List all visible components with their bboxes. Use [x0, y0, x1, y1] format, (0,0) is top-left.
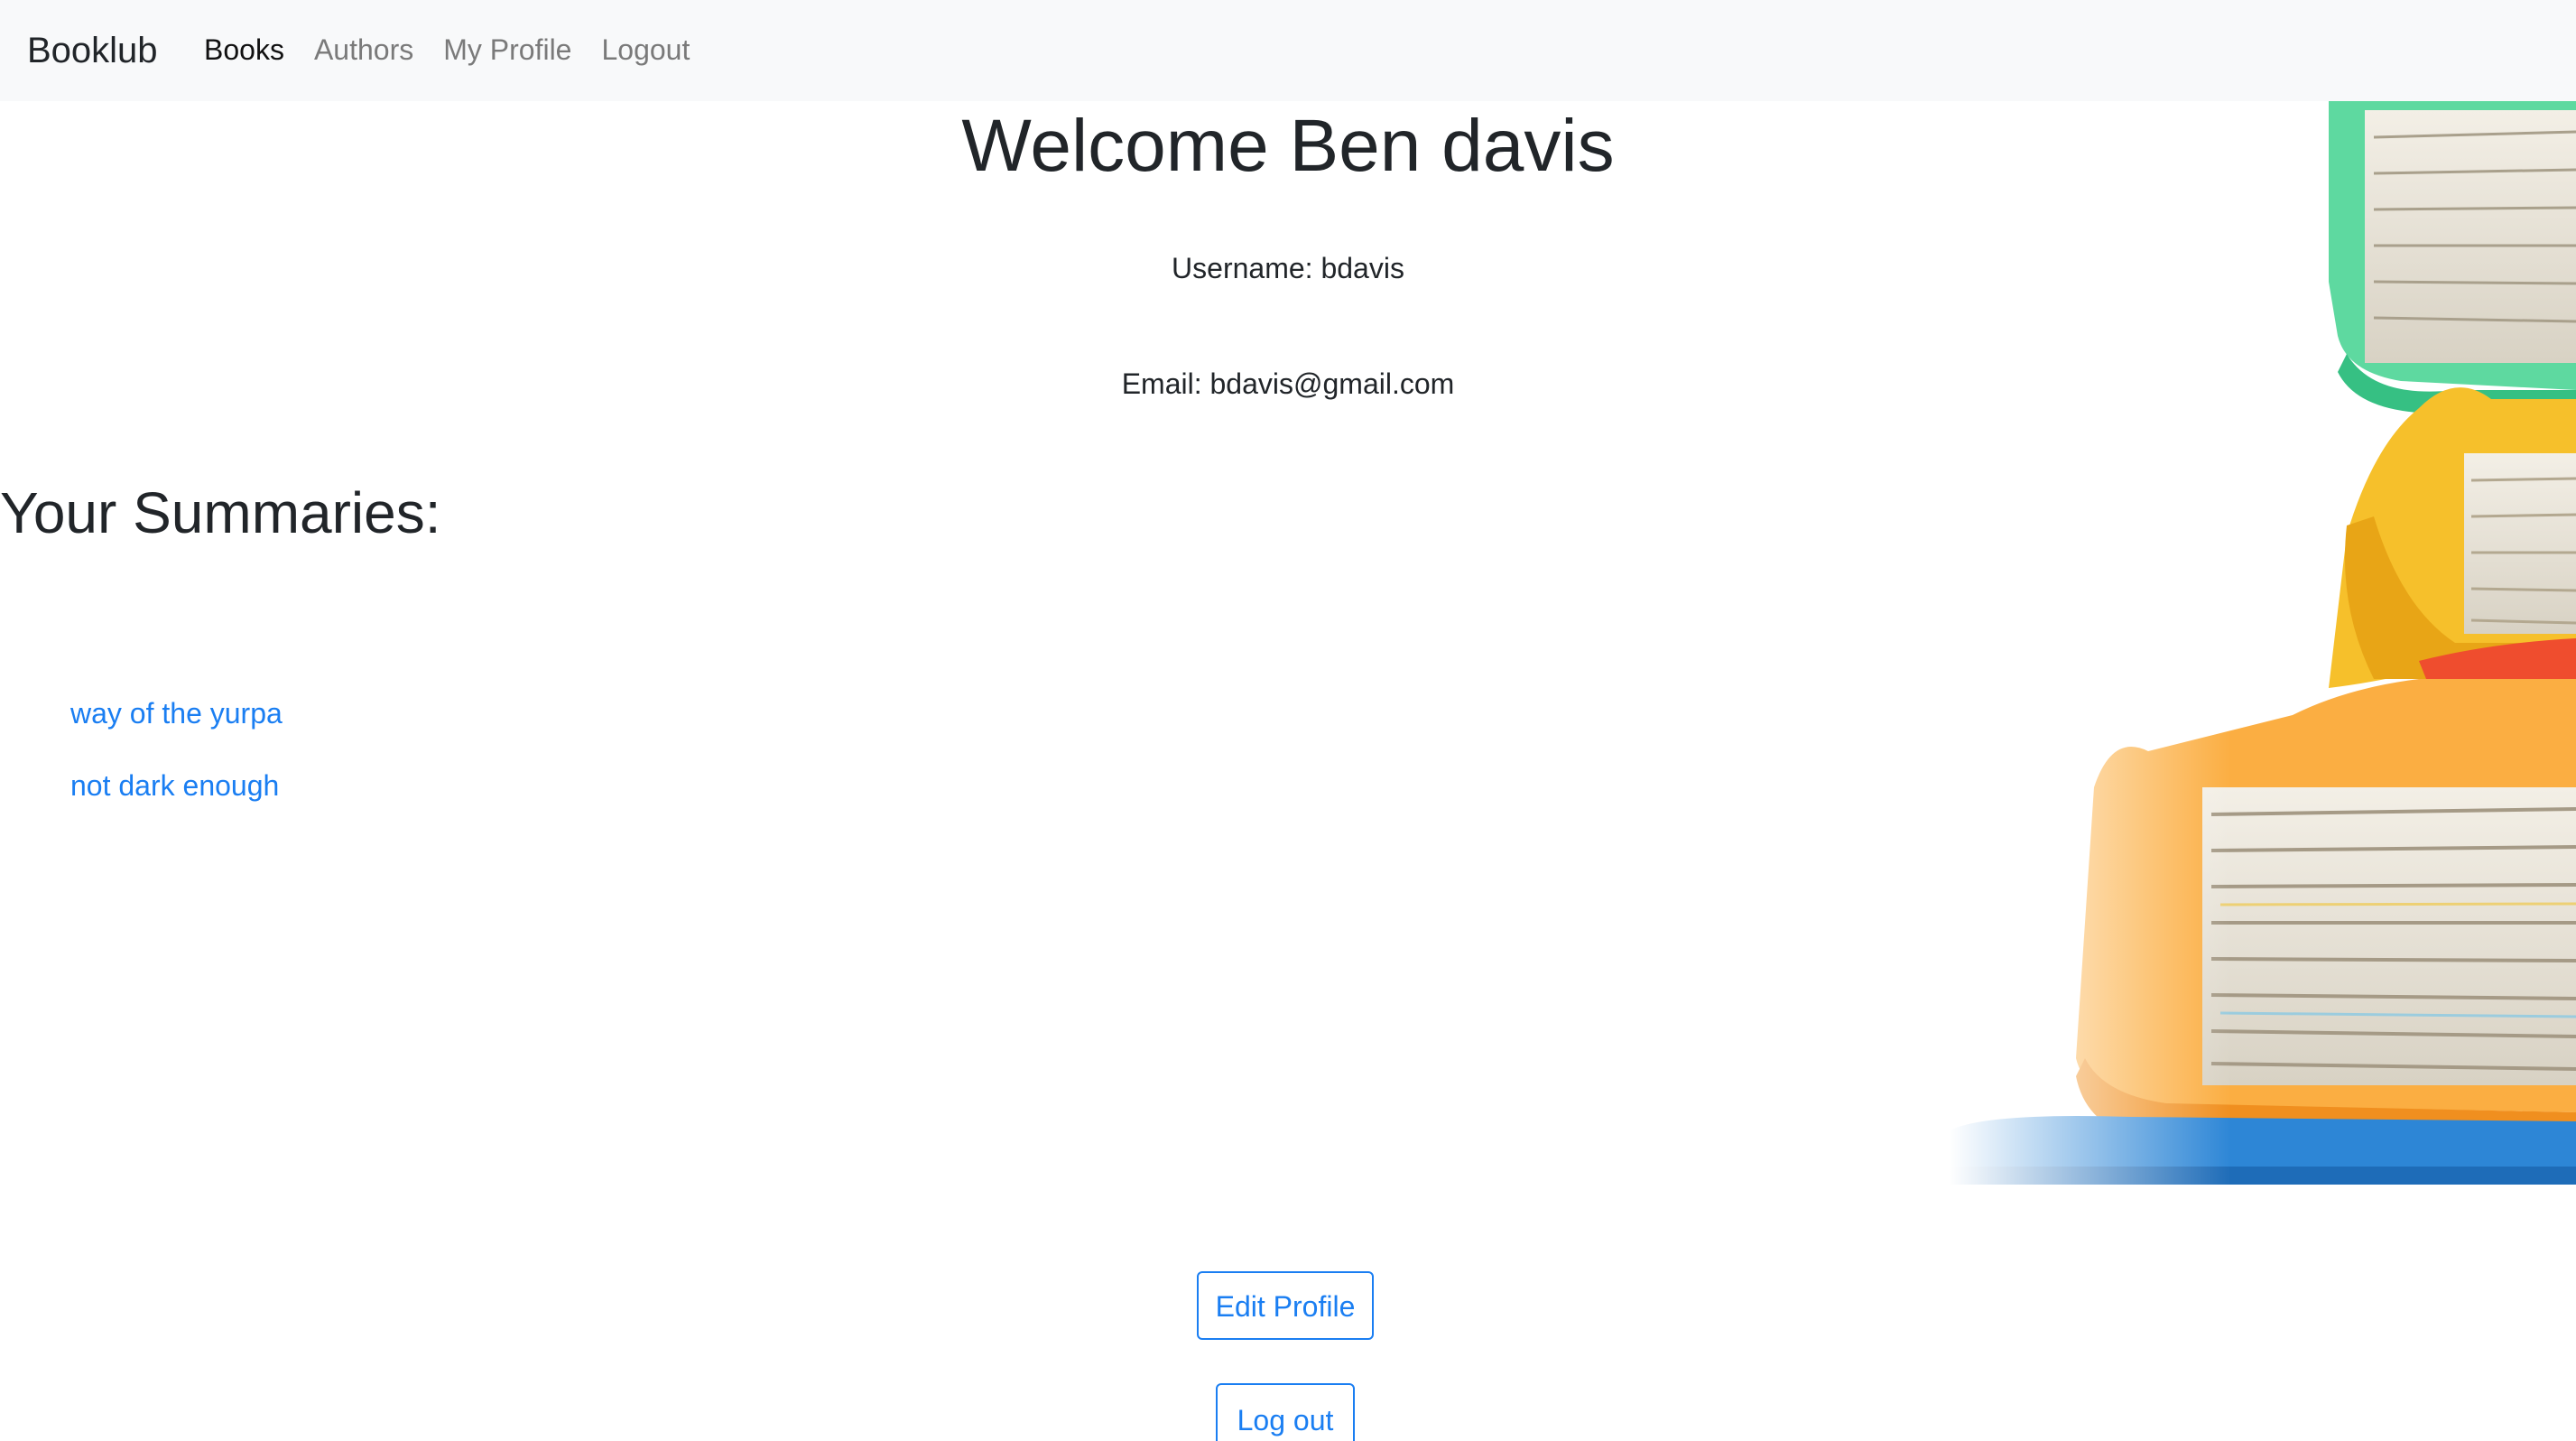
- username-text: Username: bdavis: [1172, 252, 1404, 284]
- summary-link-not-dark-enough[interactable]: not dark enough: [70, 769, 279, 802]
- summaries-heading: Your Summaries:: [0, 480, 441, 545]
- edit-profile-button[interactable]: Edit Profile: [1197, 1271, 1374, 1340]
- nav-link-logout[interactable]: Logout: [601, 27, 690, 72]
- welcome-heading: Welcome Ben davis: [961, 105, 1615, 187]
- brand-logo-link[interactable]: Booklub: [27, 23, 158, 78]
- nav-link-my-profile[interactable]: My Profile: [443, 27, 571, 72]
- email-text: Email: bdavis@gmail.com: [1121, 367, 1455, 400]
- nav-links: Books Authors My Profile Logout: [204, 27, 719, 72]
- top-navbar: Booklub Books Authors My Profile Logout: [0, 0, 2576, 101]
- profile-page: Booklub Books Authors My Profile Logout …: [0, 0, 2576, 1441]
- nav-link-authors[interactable]: Authors: [314, 27, 413, 72]
- list-item: way of the yurpa: [70, 692, 283, 764]
- list-item: not dark enough: [70, 764, 283, 836]
- nav-link-books[interactable]: Books: [204, 27, 284, 72]
- summary-link-way-of-the-yurpa[interactable]: way of the yurpa: [70, 697, 283, 730]
- summary-list: way of the yurpa not dark enough: [70, 692, 283, 836]
- log-out-button[interactable]: Log out: [1216, 1383, 1355, 1441]
